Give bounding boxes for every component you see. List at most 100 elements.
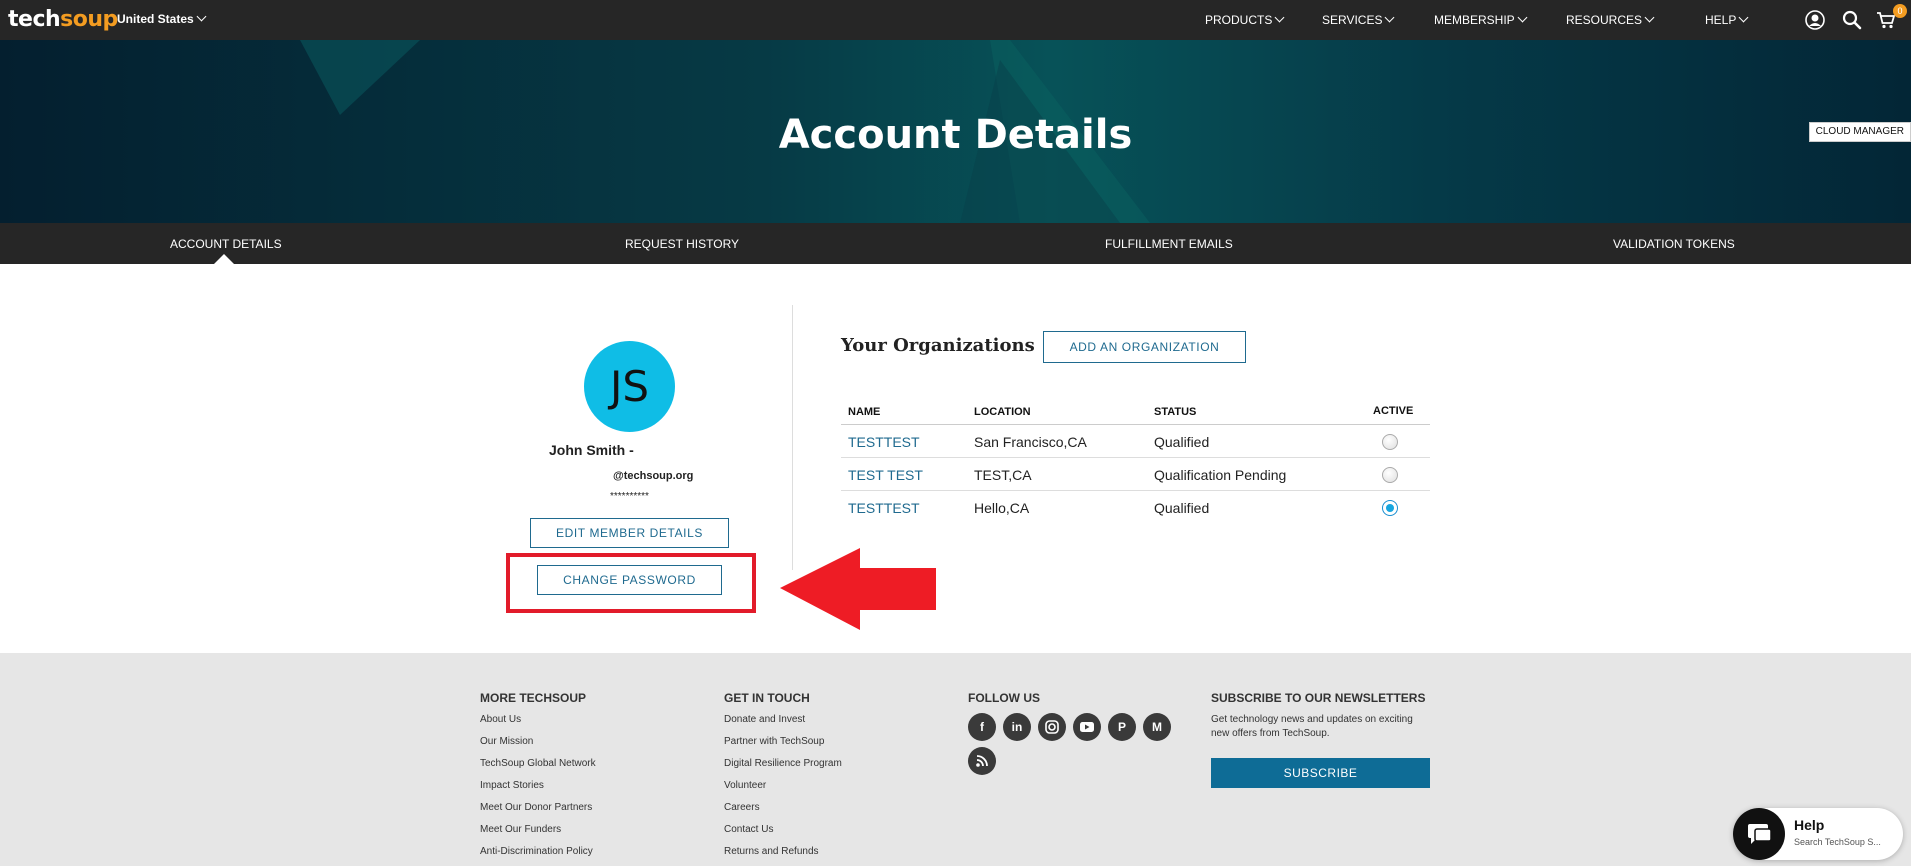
hero-banner: Account Details CLOUD MANAGER	[0, 40, 1911, 223]
tab-request-history[interactable]: REQUEST HISTORY	[625, 237, 739, 251]
youtube-icon[interactable]	[1073, 713, 1101, 741]
footer-link[interactable]: Impact Stories	[480, 779, 596, 801]
footer-heading: MORE TECHSOUP	[480, 691, 587, 705]
member-password-mask: **********	[610, 491, 649, 502]
footer-link[interactable]: Our Mission	[480, 735, 596, 757]
footer-link[interactable]: Partner with TechSoup	[724, 735, 842, 757]
menu-services[interactable]: SERVICES	[1322, 12, 1395, 27]
chat-bubble-icon[interactable]	[1733, 808, 1785, 860]
techsoup-logo[interactable]: techsoup	[8, 7, 118, 32]
footer-link[interactable]: Returns and Refunds	[724, 845, 842, 867]
org-name-link[interactable]: TESTTEST	[848, 500, 920, 516]
account-tabs: ACCOUNT DETAILS REQUEST HISTORY FULFILLM…	[0, 223, 1911, 264]
active-tab-indicator	[214, 254, 234, 264]
menu-membership[interactable]: MEMBERSHIP	[1434, 12, 1528, 27]
chevron-down-icon	[1738, 12, 1749, 23]
menu-help-label: HELP	[1705, 13, 1737, 27]
menu-membership-label: MEMBERSHIP	[1434, 13, 1515, 27]
help-subtitle: Search TechSoup S...	[1794, 837, 1881, 847]
medium-icon[interactable]: M	[1143, 713, 1171, 741]
panel-divider	[792, 305, 793, 570]
add-organization-button[interactable]: ADD AN ORGANIZATION	[1043, 331, 1246, 363]
org-location: TEST,CA	[974, 467, 1032, 483]
help-title: Help	[1794, 817, 1825, 833]
table-row: TEST TEST TEST,CA Qualification Pending	[841, 458, 1430, 491]
country-label: United States	[117, 12, 194, 26]
footer-link[interactable]: Meet Our Funders	[480, 823, 596, 845]
org-status: Qualified	[1154, 500, 1210, 516]
chevron-down-icon	[1274, 12, 1285, 23]
instagram-icon[interactable]	[1038, 713, 1066, 741]
org-status: Qualified	[1154, 434, 1210, 450]
menu-resources-label: RESOURCES	[1566, 13, 1643, 27]
header-status: STATUS	[1154, 406, 1197, 418]
footer-link[interactable]: Anti-Discrimination Policy	[480, 845, 596, 867]
org-location: San Francisco,CA	[974, 434, 1087, 450]
menu-help[interactable]: HELP	[1705, 12, 1749, 27]
search-icon[interactable]	[1842, 10, 1862, 30]
footer-follow-us: FOLLOW US f in P M	[968, 691, 1188, 811]
menu-products-label: PRODUCTS	[1205, 13, 1273, 27]
page-title: Account Details	[778, 112, 1133, 158]
logo-text-tech: tech	[8, 7, 61, 32]
header-name: NAME	[848, 406, 881, 418]
footer-link[interactable]: TechSoup Global Network	[480, 757, 596, 779]
org-name-link[interactable]: TEST TEST	[848, 467, 923, 483]
avatar: JS	[584, 341, 675, 432]
rss-icon[interactable]	[968, 747, 996, 775]
tab-validation-tokens[interactable]: VALIDATION TOKENS	[1613, 237, 1735, 251]
footer-link[interactable]: About Us	[480, 713, 596, 735]
pinterest-icon[interactable]: P	[1108, 713, 1136, 741]
active-radio[interactable]	[1382, 434, 1398, 450]
chevron-down-icon	[196, 11, 207, 22]
menu-products[interactable]: PRODUCTS	[1205, 12, 1285, 27]
newsletter-description: Get technology news and updates on excit…	[1211, 714, 1413, 739]
edit-member-details-button[interactable]: EDIT MEMBER DETAILS	[530, 518, 729, 548]
footer: MORE TECHSOUP About Us Our Mission TechS…	[0, 653, 1911, 866]
user-account-icon[interactable]	[1805, 10, 1825, 30]
help-chat-widget[interactable]: Help Search TechSoup S...	[1733, 808, 1903, 860]
menu-services-label: SERVICES	[1322, 13, 1383, 27]
country-selector[interactable]: United States	[117, 11, 207, 26]
member-email: @techsoup.org	[613, 470, 694, 482]
org-location: Hello,CA	[974, 500, 1030, 516]
facebook-icon[interactable]: f	[968, 713, 996, 741]
organizations-table: NAME LOCATION STATUS ACTIVE TESTTEST San…	[841, 397, 1430, 524]
top-navigation-bar: techsoup United States PRODUCTS SERVICES…	[0, 0, 1911, 40]
header-location: LOCATION	[974, 406, 1031, 418]
chevron-down-icon	[1517, 12, 1528, 23]
tab-account-details[interactable]: ACCOUNT DETAILS	[170, 237, 282, 251]
header-active: ACTIVE	[1373, 405, 1414, 417]
footer-link[interactable]: Volunteer	[724, 779, 842, 801]
footer-more-techsoup: MORE TECHSOUP About Us Our Mission TechS…	[480, 691, 596, 867]
tab-fulfillment-emails[interactable]: FULFILLMENT EMAILS	[1105, 237, 1233, 251]
footer-link[interactable]: Digital Resilience Program	[724, 757, 842, 779]
cloud-manager-button[interactable]: CLOUD MANAGER	[1808, 122, 1911, 142]
org-status: Qualification Pending	[1154, 467, 1287, 483]
logo-text-soup: soup	[60, 7, 118, 32]
footer-newsletter: SUBSCRIBE TO OUR NEWSLETTERS Get technol…	[1211, 691, 1431, 801]
active-radio-selected[interactable]	[1382, 500, 1398, 516]
cart-count-badge: 0	[1893, 4, 1907, 18]
footer-heading: GET IN TOUCH	[724, 691, 810, 705]
menu-resources[interactable]: RESOURCES	[1566, 12, 1655, 27]
footer-link[interactable]: Careers	[724, 801, 842, 823]
org-name-link[interactable]: TESTTEST	[848, 434, 920, 450]
footer-link[interactable]: Donate and Invest	[724, 713, 842, 735]
table-row: TESTTEST San Francisco,CA Qualified	[841, 425, 1430, 458]
footer-heading: SUBSCRIBE TO OUR NEWSLETTERS	[1211, 691, 1426, 705]
chevron-down-icon	[1385, 12, 1395, 23]
table-header: NAME LOCATION STATUS ACTIVE	[841, 397, 1430, 425]
annotation-arrow-icon	[780, 548, 936, 630]
active-radio[interactable]	[1382, 467, 1398, 483]
chevron-down-icon	[1644, 12, 1655, 23]
linkedin-icon[interactable]: in	[1003, 713, 1031, 741]
footer-heading: FOLLOW US	[968, 691, 1040, 705]
change-password-button[interactable]: CHANGE PASSWORD	[537, 565, 722, 595]
footer-link[interactable]: Meet Our Donor Partners	[480, 801, 596, 823]
footer-link[interactable]: Contact Us	[724, 823, 842, 845]
subscribe-button[interactable]: SUBSCRIBE	[1211, 758, 1430, 788]
member-name: John Smith -	[549, 442, 634, 458]
organizations-title: Your Organizations	[841, 335, 1035, 356]
table-row: TESTTEST Hello,CA Qualified	[841, 491, 1430, 524]
